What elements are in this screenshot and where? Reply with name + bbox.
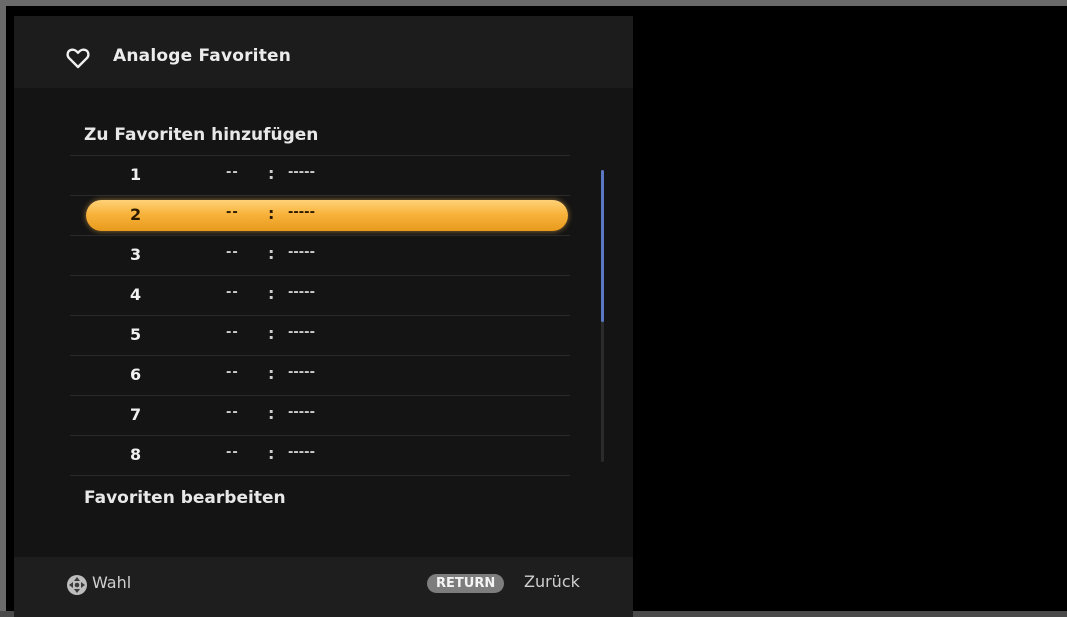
favorite-slot-row[interactable]: 2 --: ----- xyxy=(70,195,570,235)
menu-title: Analoge Favoriten xyxy=(113,46,292,66)
slot-channel: -- xyxy=(226,365,239,380)
favorite-slot-row[interactable]: 5 --: ----- xyxy=(70,315,570,355)
slot-number: 2 xyxy=(130,205,142,224)
slot-number: 1 xyxy=(130,165,142,184)
slot-name: ----- xyxy=(288,205,315,220)
slot-separator: : xyxy=(268,244,275,263)
slot-separator: : xyxy=(268,164,275,183)
heart-icon xyxy=(66,48,90,69)
scrollbar[interactable] xyxy=(601,170,604,462)
slot-separator: : xyxy=(268,204,275,223)
menu-header: Analoge Favoriten xyxy=(14,16,633,88)
slot-channel: -- xyxy=(226,445,239,460)
slot-name: ----- xyxy=(288,365,315,380)
slot-name: ----- xyxy=(288,445,315,460)
favorites-slot-list: 1 --: ----- 2 --: ----- 3 --: ----- 4 --: ----- 5 --:… xyxy=(70,155,570,477)
slot-channel: -- xyxy=(226,285,239,300)
slot-number: 4 xyxy=(130,285,142,304)
slot-number: 8 xyxy=(130,445,142,464)
tv-screen: Analoge Favoriten Zu Favoriten hinzufüge… xyxy=(0,0,1067,617)
scrollbar-thumb[interactable] xyxy=(601,170,604,322)
slot-number: 7 xyxy=(130,405,142,424)
favorite-slot-row[interactable]: 7 --: ----- xyxy=(70,395,570,435)
selection-highlight xyxy=(86,200,568,231)
edit-favorites-option[interactable]: Favoriten bearbeiten xyxy=(84,488,286,508)
slot-separator: : xyxy=(268,444,275,463)
favorite-slot-row[interactable]: 1 --: ----- xyxy=(70,155,570,195)
select-hint: Wahl xyxy=(92,573,132,592)
favorite-slot-row[interactable]: 3 --: ----- xyxy=(70,235,570,275)
slot-separator: : xyxy=(268,404,275,423)
add-to-favorites-option[interactable]: Zu Favoriten hinzufügen xyxy=(84,125,318,145)
slot-name: ----- xyxy=(288,245,315,260)
favorite-slot-row[interactable]: 8 --: ----- xyxy=(70,435,570,475)
slot-channel: -- xyxy=(226,205,239,220)
list-divider xyxy=(70,475,570,477)
slot-name: ----- xyxy=(288,285,315,300)
slot-channel: -- xyxy=(226,405,239,420)
slot-separator: : xyxy=(268,364,275,383)
slot-number: 3 xyxy=(130,245,142,264)
slot-separator: : xyxy=(268,284,275,303)
favorite-slot-row[interactable]: 4 --: ----- xyxy=(70,275,570,315)
slot-name: ----- xyxy=(288,325,315,340)
slot-number: 5 xyxy=(130,325,142,344)
slot-separator: : xyxy=(268,324,275,343)
slot-name: ----- xyxy=(288,165,315,180)
slot-channel: -- xyxy=(226,165,239,180)
slot-channel: -- xyxy=(226,245,239,260)
favorites-menu-panel: Analoge Favoriten Zu Favoriten hinzufüge… xyxy=(14,16,633,617)
menu-footer: Wahl RETURN Zurück xyxy=(14,557,633,617)
back-hint: Zurück xyxy=(524,572,580,591)
slot-name: ----- xyxy=(288,405,315,420)
return-key-badge[interactable]: RETURN xyxy=(427,574,505,593)
slot-number: 6 xyxy=(130,365,142,384)
slot-channel: -- xyxy=(226,325,239,340)
favorite-slot-row[interactable]: 6 --: ----- xyxy=(70,355,570,395)
dpad-icon xyxy=(67,575,87,595)
